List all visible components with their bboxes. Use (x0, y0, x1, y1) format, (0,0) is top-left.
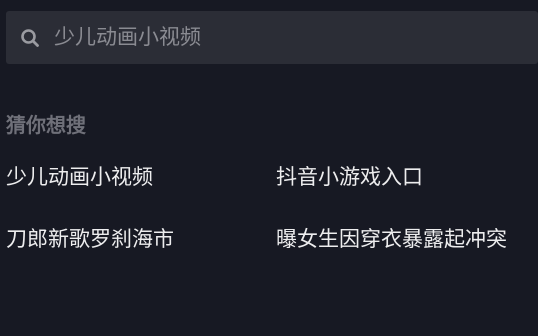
search-icon[interactable] (20, 28, 40, 48)
suggestion-item[interactable]: 抖音小游戏入口 (276, 162, 423, 192)
search-bar[interactable] (6, 11, 538, 64)
search-input[interactable] (54, 11, 524, 64)
suggestion-item[interactable]: 少儿动画小视频 (6, 162, 153, 192)
suggestion-item[interactable]: 曝女生因穿衣暴露起冲突 (276, 224, 507, 254)
suggestion-item[interactable]: 刀郎新歌罗刹海市 (6, 224, 174, 254)
suggestions-section-title: 猜你想搜 (6, 113, 86, 137)
